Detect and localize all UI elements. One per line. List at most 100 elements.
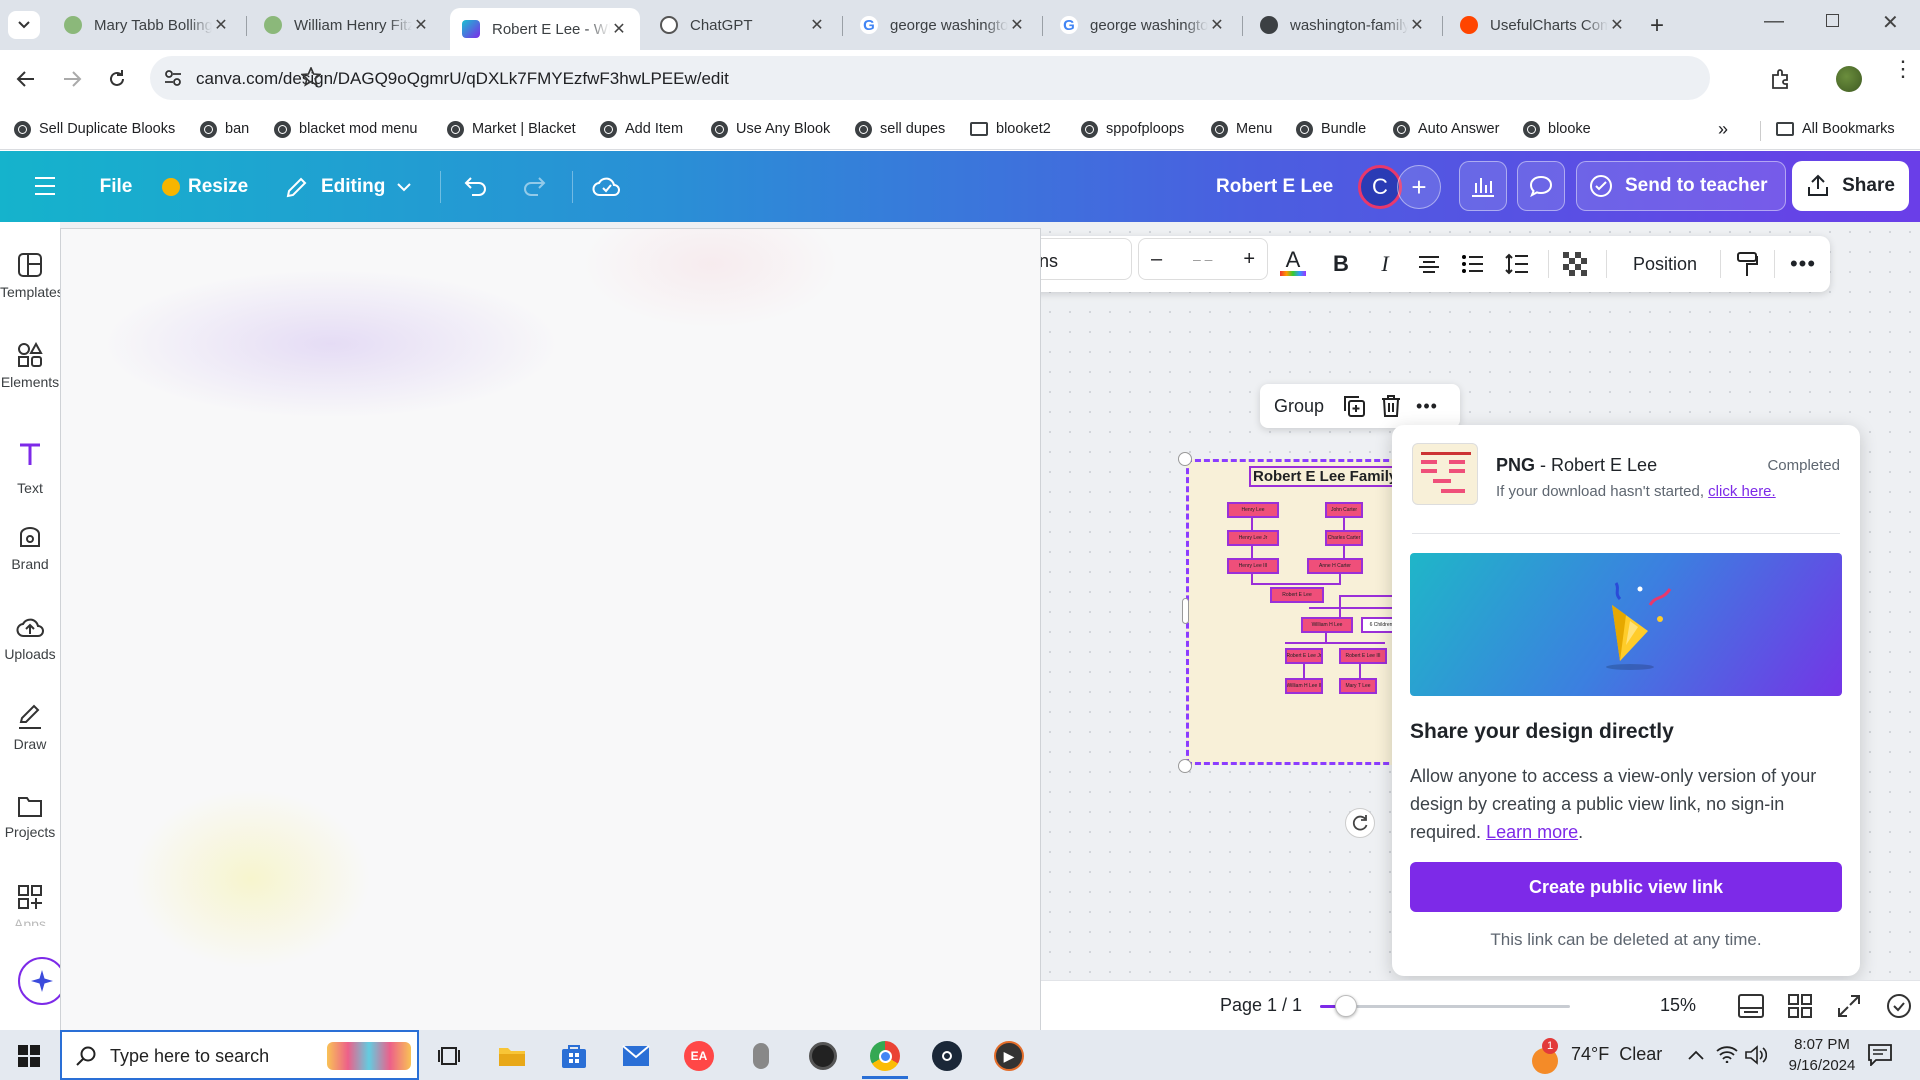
address-bar[interactable]: canva.com/design/DAGQ9oQgmrU/qDXLk7FMYEz… [150,56,1710,100]
tab-william-henry[interactable]: William Henry Fitzhugh ✕ [252,8,442,42]
undo-icon[interactable] [463,175,489,197]
more-bookmarks-icon[interactable]: » [1718,117,1728,141]
all-bookmarks[interactable]: All Bookmarks [1776,117,1895,141]
editing-mode-button[interactable]: Editing [285,165,412,208]
list-button[interactable] [1456,246,1490,282]
send-to-teacher-button[interactable]: Send to teacher [1576,161,1786,211]
tree-node[interactable]: William H Lee [1301,617,1353,633]
increase-font-button[interactable]: + [1243,248,1255,271]
bookmark-item[interactable]: blacket mod menu [274,117,417,141]
bookmark-item[interactable]: blooke [1523,117,1591,141]
profile-avatar[interactable] [1836,66,1862,92]
close-tab-icon[interactable]: ✕ [412,15,430,35]
rail-templates[interactable]: Templates [0,252,60,300]
tab-george-washington-1[interactable]: G george washington ✕ [848,8,1038,42]
close-tab-icon[interactable]: ✕ [1608,15,1626,35]
bookmark-item[interactable]: ban [200,117,249,141]
bookmark-item[interactable]: Market | Blacket [447,117,576,141]
tree-node[interactable]: Robert E Lee [1270,587,1324,603]
mouse-app-icon[interactable] [743,1038,779,1074]
reload-icon[interactable] [107,69,127,89]
rotate-handle[interactable] [1345,808,1375,838]
menu-icon[interactable] [34,176,56,196]
tree-node[interactable]: Henry Lee III [1227,558,1279,574]
bookmark-item[interactable]: Auto Answer [1393,117,1499,141]
bookmark-item[interactable]: sell dupes [855,117,945,141]
align-button[interactable] [1412,246,1446,282]
rail-text[interactable]: Text [0,428,60,496]
tree-node[interactable]: Mary T Lee [1339,678,1377,694]
new-tab-button[interactable]: + [1650,12,1664,40]
steam-icon[interactable] [929,1038,965,1074]
resize-handle[interactable] [1182,598,1189,624]
tree-node[interactable]: Henry Lee Jr [1227,530,1279,546]
decrease-font-button[interactable]: – [1151,248,1162,271]
tab-chatgpt[interactable]: ChatGPT ✕ [648,8,838,42]
add-collaborator-button[interactable]: + [1397,165,1441,209]
system-clock[interactable]: 8:07 PM 9/16/2024 [1776,1034,1868,1076]
microsoft-store-icon[interactable] [556,1038,592,1074]
bookmark-item[interactable]: Bundle [1296,117,1366,141]
chrome-menu-icon[interactable]: ⋮ [1892,58,1914,80]
back-icon[interactable] [16,70,36,88]
tab-search-button[interactable] [8,11,40,39]
zoom-slider[interactable] [1320,995,1570,1017]
rail-projects[interactable]: Projects [0,794,60,840]
copy-style-button[interactable] [1730,246,1764,282]
design-page[interactable]: Robert E Lee Family Henry Lee John Carte… [1186,459,1419,765]
position-button[interactable]: Position [1620,246,1710,282]
ea-app-icon[interactable]: EA [681,1038,717,1074]
bookmark-item[interactable]: Sell Duplicate Blooks [14,117,175,141]
share-button[interactable]: Share [1792,161,1909,211]
redo-icon[interactable] [521,175,547,197]
bold-button[interactable]: B [1324,246,1358,282]
volume-icon[interactable] [1745,1045,1767,1065]
comments-button[interactable] [1517,161,1565,211]
close-window-button[interactable]: ✕ [1882,10,1899,35]
minimize-button[interactable]: — [1764,10,1784,33]
tree-node[interactable]: John Carter [1325,502,1363,518]
magic-assistant-button[interactable] [18,957,66,1005]
resize-handle[interactable] [1178,452,1192,466]
group-button[interactable]: Group [1274,396,1324,417]
spacing-button[interactable] [1500,246,1534,282]
site-info-icon[interactable] [164,69,182,87]
text-color-button[interactable]: A [1276,246,1310,282]
zoom-slider-thumb[interactable] [1334,995,1357,1017]
tree-node[interactable]: Robert E Lee Jr [1285,648,1323,664]
rail-uploads[interactable]: Uploads [0,614,60,662]
trash-icon[interactable] [1380,394,1402,418]
zoom-level[interactable]: 15% [1660,995,1696,1016]
cloud-saved-icon[interactable] [592,173,622,199]
learn-more-link[interactable]: Learn more [1486,822,1578,842]
rail-brand[interactable]: Brand [0,524,60,572]
tab-washington-family[interactable]: washington-family ✕ [1248,8,1438,42]
font-size-stepper[interactable]: – – – + [1138,238,1268,280]
check-circle-icon[interactable] [1886,993,1912,1019]
more-horizontal-icon[interactable]: ••• [1416,396,1438,417]
close-tab-icon[interactable]: ✕ [1408,15,1426,35]
tree-node[interactable]: Charles Carter [1325,530,1363,546]
notes-icon[interactable] [1738,994,1764,1018]
notifications-icon[interactable] [1868,1044,1892,1066]
bookmark-folder[interactable]: blooket2 [970,117,1051,141]
bookmark-item[interactable]: Add Item [600,117,683,141]
design-title-text[interactable]: Robert E Lee Family [1249,466,1402,487]
rail-elements[interactable]: Elements [0,342,60,390]
tab-george-washington-2[interactable]: G george washington ✕ [1048,8,1238,42]
restore-button[interactable] [1826,14,1839,27]
page-indicator[interactable]: Page 1 / 1 [1220,995,1302,1016]
rail-draw[interactable]: Draw [0,704,60,752]
media-player-icon[interactable]: ▶ [991,1038,1027,1074]
tree-node[interactable]: William H Lee II [1285,678,1323,694]
resize-button[interactable]: Resize [162,165,248,208]
bookmark-item[interactable]: Menu [1211,117,1272,141]
rail-apps[interactable]: Apps [0,884,60,926]
tab-robert-e-lee[interactable]: Robert E Lee - Whiteboard ✕ [450,8,640,50]
close-tab-icon[interactable]: ✕ [212,15,230,35]
design-title[interactable]: Robert E Lee [1216,165,1333,208]
close-tab-icon[interactable]: ✕ [1008,15,1026,35]
resize-handle[interactable] [1178,759,1192,773]
bookmark-item[interactable]: Use Any Blook [711,117,830,141]
close-tab-icon[interactable]: ✕ [610,19,628,39]
